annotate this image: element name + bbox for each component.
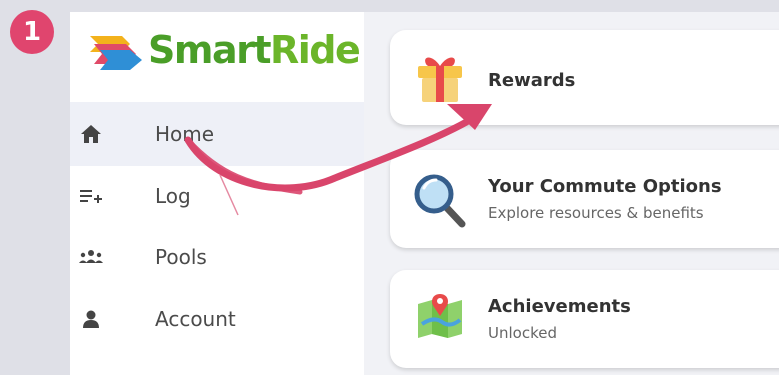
- card-title: Achievements: [488, 296, 631, 317]
- log-add-icon: [76, 181, 106, 211]
- person-icon: [76, 304, 106, 334]
- sidebar-item-pools[interactable]: Pools: [70, 225, 364, 289]
- group-icon: [76, 242, 106, 272]
- step-number-badge: 1: [10, 10, 54, 54]
- map-pin-icon: [412, 290, 468, 346]
- commute-options-card[interactable]: Your Commute Options Explore resources &…: [390, 150, 779, 248]
- achievements-card[interactable]: Achievements Unlocked: [390, 270, 779, 368]
- logo-arrows-icon: [90, 36, 142, 70]
- sidebar-item-label: Log: [155, 184, 191, 208]
- main-content: Rewards Your Commute Options Explore res…: [364, 12, 779, 375]
- card-subtitle: Unlocked: [488, 324, 557, 342]
- card-title: Rewards: [488, 70, 576, 91]
- sidebar-item-home[interactable]: Home: [70, 102, 364, 166]
- gift-icon: [412, 50, 468, 106]
- sidebar-item-label: Home: [155, 122, 215, 146]
- rewards-card[interactable]: Rewards: [390, 30, 779, 125]
- sidebar-item-label: Account: [155, 307, 236, 331]
- magnifier-icon: [412, 170, 468, 228]
- card-title: Your Commute Options: [488, 176, 722, 197]
- card-subtitle: Explore resources & benefits: [488, 204, 704, 222]
- sidebar-item-log[interactable]: Log: [70, 164, 364, 228]
- app-logo[interactable]: Smart Ride: [88, 22, 361, 78]
- sidebar-item-account[interactable]: Account: [70, 287, 364, 351]
- home-icon: [76, 119, 106, 149]
- sidebar: Smart Ride Home Log Pools Account: [70, 12, 364, 375]
- logo-text-smart: Smart: [148, 28, 272, 72]
- sidebar-item-label: Pools: [155, 245, 207, 269]
- logo-text-ride: Ride: [270, 28, 361, 72]
